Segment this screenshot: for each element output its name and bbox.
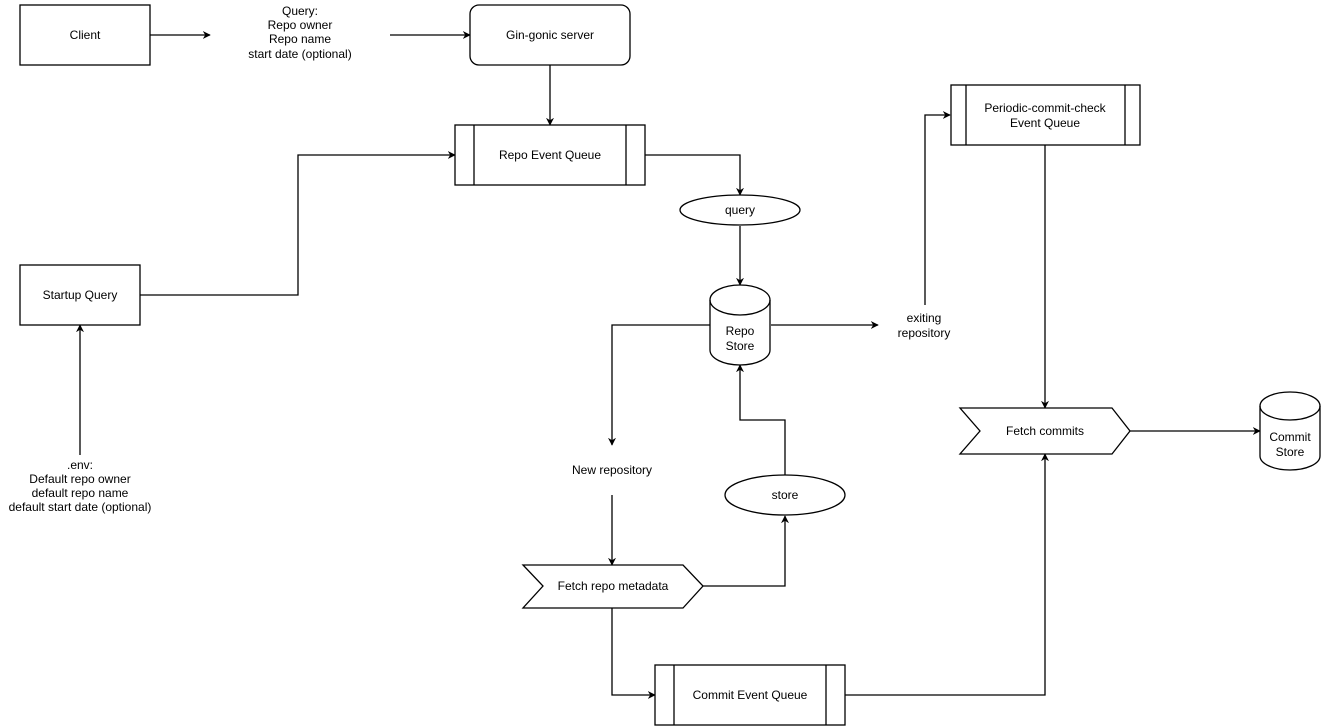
repo-event-queue-label: Repo Event Queue	[499, 148, 601, 162]
node-exiting-repository: exiting repository	[898, 311, 951, 340]
query-line-1: Query:	[282, 4, 318, 18]
node-new-repository: New repository	[572, 463, 652, 477]
query-line-4: start date (optional)	[248, 47, 351, 61]
edge-store-to-repo-store	[736, 364, 786, 475]
query-ellipse-label: query	[725, 203, 755, 217]
node-commit-store: Commit Store	[1259, 391, 1321, 471]
periodic-queue-label-2: Event Queue	[1010, 116, 1080, 130]
node-repo-event-queue: Repo Event Queue	[454, 124, 646, 186]
fetch-commits-label: Fetch commits	[1006, 424, 1084, 438]
env-line-4: default start date (optional)	[9, 500, 152, 514]
env-line-3: default repo name	[32, 486, 129, 500]
node-store-ellipse: store	[724, 474, 846, 516]
gin-server-label: Gin-gonic server	[506, 28, 594, 42]
repo-store-label-1: Repo	[726, 324, 755, 338]
node-fetch-commits: Fetch commits	[958, 407, 1131, 455]
exiting-repository-line-1: exiting	[907, 311, 942, 325]
node-query-ellipse: query	[679, 194, 801, 226]
node-periodic-commit-check-queue: Periodic-commit-check Event Queue	[950, 84, 1141, 146]
edge-fetch-metadata-to-commit-event-queue	[611, 608, 656, 699]
store-ellipse-label: store	[772, 488, 799, 502]
node-fetch-repo-metadata: Fetch repo metadata	[521, 564, 704, 609]
commit-store-label-1: Commit	[1269, 430, 1311, 444]
commit-event-queue-label: Commit Event Queue	[693, 688, 808, 702]
node-query-params: Query: Repo owner Repo name start date (…	[248, 4, 351, 61]
architecture-diagram: Client Query: Repo owner Repo name start…	[9, 4, 1321, 726]
edge-startup-query-to-repo-event-queue	[140, 151, 456, 296]
new-repository-label: New repository	[572, 463, 652, 477]
edge-repo-event-queue-to-query	[645, 154, 744, 196]
fetch-repo-metadata-label: Fetch repo metadata	[558, 579, 669, 593]
startup-query-label: Startup Query	[43, 288, 118, 302]
node-repo-store: Repo Store	[709, 284, 771, 366]
client-label: Client	[70, 28, 101, 42]
edge-repo-store-to-new-repository	[608, 324, 710, 446]
periodic-queue-label-1: Periodic-commit-check	[984, 101, 1106, 115]
node-commit-event-queue: Commit Event Queue	[654, 664, 846, 726]
env-line-2: Default repo owner	[29, 472, 130, 486]
env-line-1: .env:	[67, 458, 93, 472]
repo-store-label-2: Store	[726, 339, 755, 353]
edge-fetch-metadata-to-store	[703, 515, 789, 587]
node-env-defaults: .env: Default repo owner default repo na…	[9, 458, 152, 514]
query-line-2: Repo owner	[268, 18, 333, 32]
node-gin-server: Gin-gonic server	[469, 4, 631, 66]
commit-store-label-2: Store	[1276, 445, 1305, 459]
edge-exiting-repository-to-periodic-queue	[924, 111, 951, 305]
exiting-repository-line-2: repository	[898, 326, 951, 340]
edge-commit-event-queue-to-fetch-commits	[845, 453, 1049, 696]
query-line-3: Repo name	[269, 32, 331, 46]
node-startup-query: Startup Query	[19, 264, 141, 326]
node-client: Client	[19, 4, 151, 66]
